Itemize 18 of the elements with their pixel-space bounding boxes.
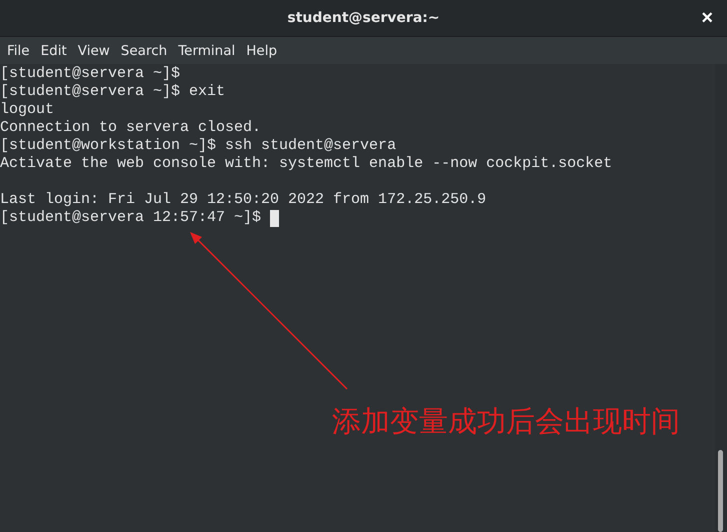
- window-title: student@servera:~: [287, 10, 440, 26]
- terminal-line: Last login: Fri Jul 29 12:50:20 2022 from 172.25.250.9: [0, 191, 486, 209]
- terminal-line: logout: [0, 101, 54, 119]
- annotation-text: 添加变量成功后会出现时间: [332, 403, 680, 440]
- menu-item[interactable]: Terminal: [173, 42, 242, 58]
- terminal-line: Activate the web console with: systemctl enable --now cockpit.socket: [0, 155, 612, 173]
- close-button[interactable]: ×: [697, 7, 717, 29]
- menu-item[interactable]: Search: [116, 42, 174, 58]
- terminal-line: [student@servera ~]$: [0, 65, 180, 83]
- scrollbar[interactable]: [715, 64, 727, 532]
- menu-item[interactable]: Help: [241, 42, 284, 58]
- menu-item[interactable]: View: [72, 42, 116, 58]
- menu-item[interactable]: File: [2, 42, 36, 58]
- terminal-line: [student@workstation ~]$ ssh student@servera: [0, 137, 396, 155]
- terminal-line: [student@servera ~]$ exit: [0, 83, 226, 101]
- terminal-line: Connection to servera closed.: [0, 119, 262, 137]
- terminal-line: [student@servera 12:57:47 ~]$: [0, 209, 262, 227]
- menu-item[interactable]: Edit: [36, 42, 73, 58]
